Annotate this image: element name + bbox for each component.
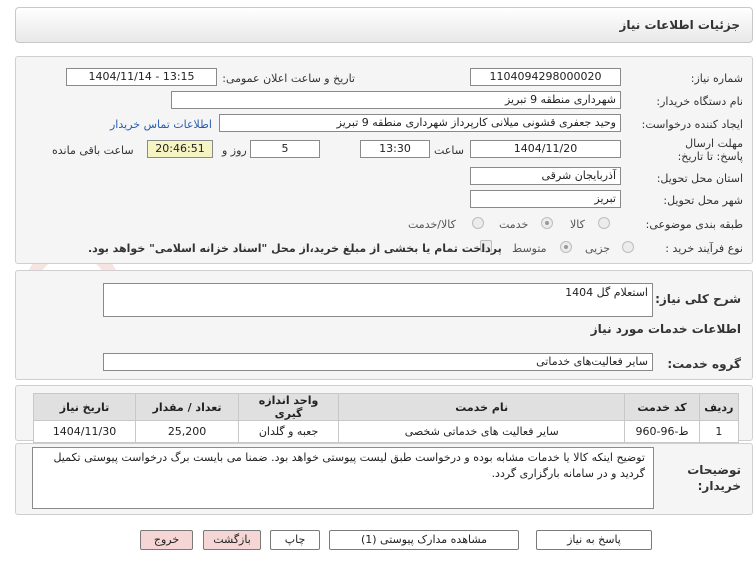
city-field: تبریز <box>470 190 621 208</box>
cell-row-number: 1 <box>698 420 740 443</box>
deadline-date-field: 1404/11/20 <box>470 140 621 158</box>
contact-buyer-link[interactable]: اطلاعات تماس خریدار <box>110 118 212 131</box>
general-desc-label: شرح کلی نیاز: <box>655 292 741 306</box>
cell-unit: جعبه و گلدان <box>238 420 340 443</box>
announce-datetime-field: 1404/11/14 - 13:15 <box>66 68 217 86</box>
col-need-date-header: تاریخ نیاز <box>32 393 137 421</box>
cell-quantity: 25,200 <box>135 420 240 443</box>
deadline-time-field: 13:30 <box>360 140 430 158</box>
category-goods-service-label: کالا/خدمت <box>408 218 456 231</box>
category-service-label: خدمت <box>499 218 529 231</box>
purchase-medium-radio[interactable] <box>560 241 572 253</box>
col-service-code-header: کد خدمت <box>624 393 700 421</box>
purchase-partial-label: جزیی <box>585 242 611 255</box>
purchase-medium-label: متوسط <box>512 242 547 255</box>
requester-field: وحید جعفری قشونی میلانی کارپرداز شهرداری… <box>219 114 621 132</box>
col-service-name-header: نام خدمت <box>338 393 626 421</box>
page-title-bar: جزئیات اطلاعات نیاز <box>15 7 753 43</box>
days-field: 5 <box>250 140 320 158</box>
category-label: طبقه بندی موضوعی: <box>645 218 743 231</box>
remaining-time-field: 20:46:51 <box>147 140 213 158</box>
exit-button[interactable]: خروج <box>140 530 193 550</box>
city-label: شهر محل تحویل: <box>663 194 743 207</box>
category-service-radio[interactable] <box>541 217 553 229</box>
col-unit-header: واحد اندازه گیری <box>238 393 340 421</box>
general-desc-field: استعلام گل 1404 <box>103 283 653 317</box>
days-and-label: روز و <box>222 144 247 157</box>
buyer-org-field: شهرداری منطقه 9 تبریز <box>171 91 621 109</box>
back-button[interactable]: بازگشت <box>203 530 261 550</box>
need-info-panel <box>15 56 753 264</box>
time-label: ساعت <box>434 144 464 157</box>
province-label: استان محل تحویل: <box>656 172 743 185</box>
requester-label: ایجاد کننده درخواست: <box>641 118 743 131</box>
need-number-label: شماره نیاز: <box>690 72 743 85</box>
service-group-field: سایر فعالیت‌های خدماتی <box>103 353 653 371</box>
print-button[interactable]: چاپ <box>270 530 320 550</box>
page-title: جزئیات اطلاعات نیاز <box>619 18 740 32</box>
services-info-heading: اطلاعات خدمات مورد نیاز <box>590 322 741 336</box>
buyer-org-label: نام دستگاه خریدار: <box>656 95 743 108</box>
items-table: ردیف کد خدمت نام خدمت واحد اندازه گیری ت… <box>32 393 740 443</box>
category-goods-radio[interactable] <box>598 217 610 229</box>
category-goods-service-radio[interactable] <box>472 217 484 229</box>
table-header-row: ردیف کد خدمت نام خدمت واحد اندازه گیری ت… <box>32 393 740 421</box>
cell-service-name: سایر فعالیت های خدماتی شخصی <box>338 420 626 443</box>
reply-button[interactable]: پاسخ به نیاز <box>536 530 652 550</box>
cell-service-code: ط-96-960 <box>624 420 700 443</box>
deadline-label: مهلت ارسال پاسخ: تا تاریخ: <box>677 137 743 163</box>
cell-need-date: 1404/11/30 <box>32 420 137 443</box>
purchase-type-label: نوع فرآیند خرید : <box>665 242 743 255</box>
province-field: آذربایجان شرقی <box>470 167 621 185</box>
purchase-partial-radio[interactable] <box>622 241 634 253</box>
view-attachments-button[interactable]: مشاهده مدارک پیوستی (1) <box>329 530 519 550</box>
buyer-notes-field: توضیح اینکه کالا یا خدمات مشابه بوده و د… <box>32 447 654 509</box>
col-row-header: ردیف <box>698 393 740 421</box>
category-goods-label: کالا <box>570 218 585 231</box>
remaining-label: ساعت باقی مانده <box>52 144 134 157</box>
table-row: 1 ط-96-960 سایر فعالیت های خدماتی شخصی ج… <box>32 420 740 443</box>
service-group-label: گروه خدمت: <box>667 357 741 371</box>
treasury-note: پرداخت تمام یا بخشی از مبلغ خرید،از محل … <box>88 242 502 255</box>
need-number-field: 1104094298000020 <box>470 68 621 86</box>
announce-datetime-label: تاریخ و ساعت اعلان عمومی: <box>222 72 355 85</box>
buyer-notes-label: توضیحات خریدار: <box>687 463 741 493</box>
col-quantity-header: تعداد / مقدار <box>135 393 240 421</box>
